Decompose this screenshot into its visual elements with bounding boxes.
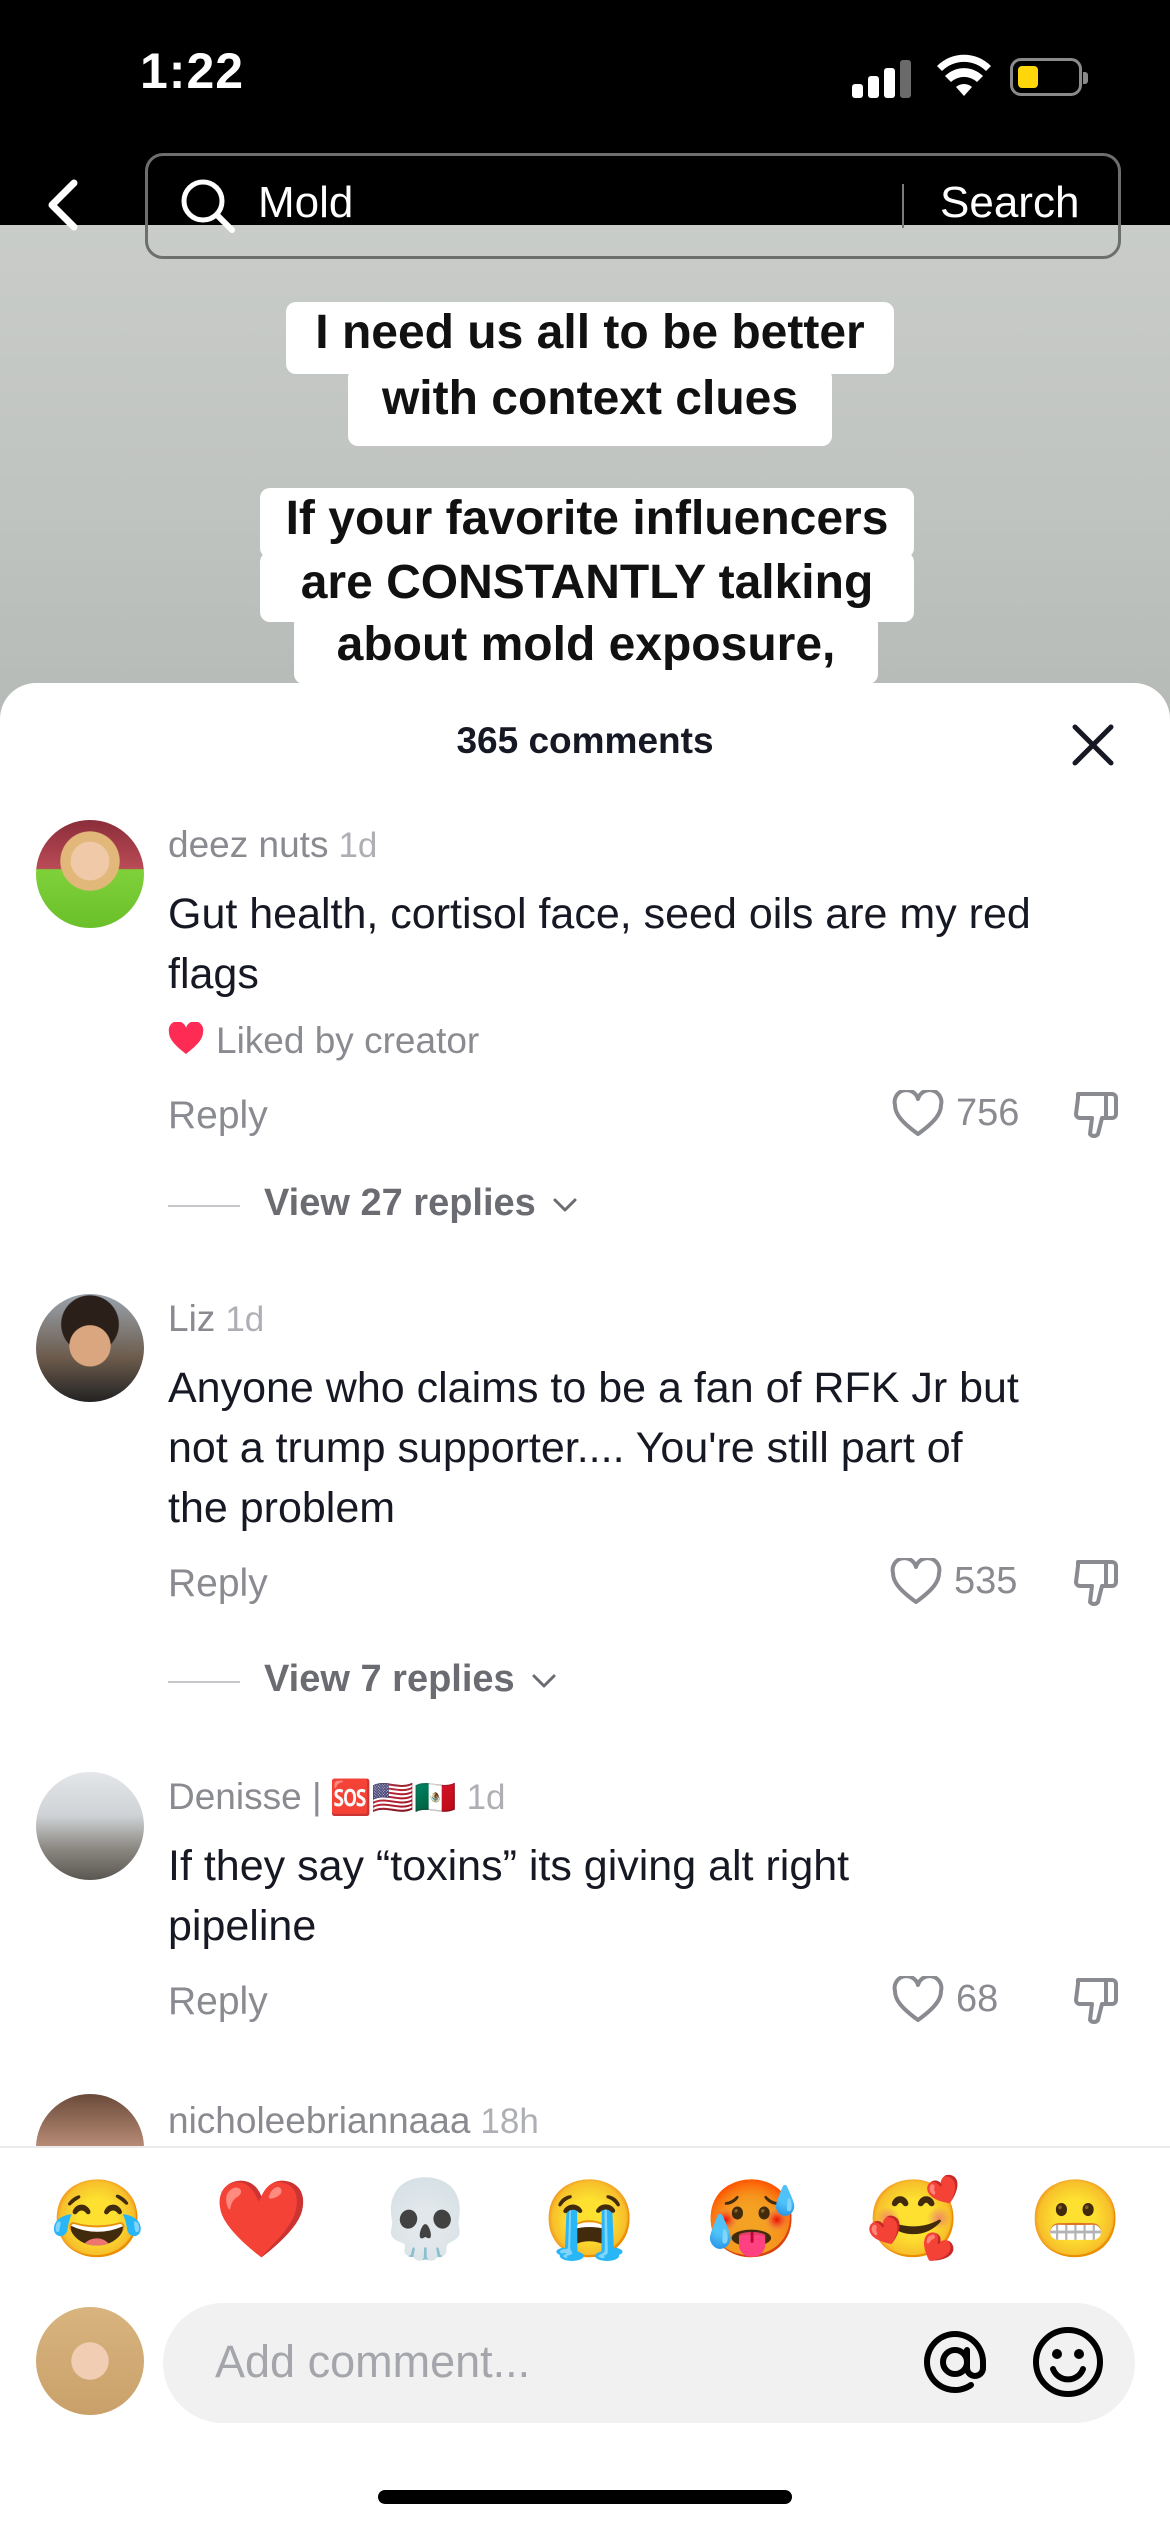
emoji-button[interactable]: 🥵 (704, 2175, 799, 2265)
cellular-signal-icon (852, 58, 916, 98)
comment-header: Denisse | 🆘🇺🇸🇲🇽 1d (168, 1776, 506, 1818)
wifi-icon (937, 54, 991, 96)
comment-text: not a trump supporter.... You're still p… (168, 1424, 963, 1472)
home-indicator[interactable] (378, 2490, 792, 2504)
video-caption: about mold exposure, (294, 614, 878, 684)
like-count: 535 (954, 1560, 1018, 1602)
comment-input-placeholder: Add comment... (215, 2336, 531, 2387)
avatar[interactable] (36, 1294, 144, 1402)
view-replies-button[interactable]: View 7 replies (264, 1658, 557, 1701)
reply-button[interactable]: Reply (168, 1094, 268, 1138)
replies-divider (168, 1681, 240, 1683)
comment-username[interactable]: nicholeebriannaaa (168, 2100, 470, 2141)
heart-icon (168, 1022, 204, 1054)
comment-username[interactable]: deez nuts (168, 824, 328, 865)
avatar[interactable] (36, 2094, 144, 2146)
reply-button[interactable]: Reply (168, 1562, 268, 1606)
comment-header: Liz 1d (168, 1298, 264, 1340)
heart-icon[interactable] (892, 1976, 944, 2024)
username-emojis: 🆘🇺🇸🇲🇽 (329, 1779, 457, 1817)
emoji-button[interactable]: 💀 (378, 2175, 473, 2265)
view-replies-label: View 7 replies (264, 1658, 515, 1700)
chevron-down-icon (532, 1674, 556, 1688)
dislike-icon[interactable] (1072, 1974, 1124, 2028)
back-arrow-icon[interactable] (40, 175, 90, 235)
liked-by-creator: Liked by creator (216, 1020, 480, 1061)
comment-header: deez nuts 1d (168, 824, 377, 866)
emoji-button[interactable]: 😂 (50, 2175, 145, 2265)
comment-time: 1d (466, 1778, 506, 1817)
comments-count: 365 comments (456, 720, 714, 761)
status-time: 1:22 (140, 43, 245, 99)
battery-icon (1010, 58, 1088, 96)
search-button[interactable]: Search (940, 178, 1079, 228)
emoji-button[interactable]: 😭 (542, 2175, 637, 2265)
reply-button[interactable]: Reply (168, 1980, 268, 2024)
search-icon (181, 179, 235, 233)
video-caption: are CONSTANTLY talking (260, 552, 914, 622)
avatar[interactable] (36, 1772, 144, 1880)
at-icon[interactable] (915, 2322, 995, 2402)
dislike-icon[interactable] (1072, 1088, 1124, 1142)
search-query[interactable]: Mold (258, 178, 353, 228)
heart-icon[interactable] (892, 1090, 944, 1138)
view-replies-label: View 27 replies (264, 1182, 536, 1224)
comment-text: pipeline (168, 1902, 317, 1950)
video-caption: with context clues (348, 368, 832, 446)
emoji-button[interactable]: 🥰 (866, 2175, 961, 2265)
search-divider (902, 184, 904, 228)
like-count: 68 (956, 1978, 999, 2020)
comment-time: 1d (338, 826, 378, 865)
chevron-down-icon (553, 1198, 577, 1212)
divider (0, 2146, 1170, 2148)
comment-text: If they say “toxins” its giving alt righ… (168, 1842, 850, 1890)
comment-text: the problem (168, 1484, 396, 1532)
avatar[interactable] (36, 820, 144, 928)
comment-text: Gut health, cortisol face, seed oils are… (168, 890, 1031, 938)
comment-time: 18h (480, 2102, 539, 2141)
video-caption: If your favorite influencers (260, 488, 914, 558)
comment-username[interactable]: Liz (168, 1298, 215, 1339)
emoji-button[interactable]: ❤️ (214, 2175, 309, 2265)
replies-divider (168, 1205, 240, 1207)
comment-time: 1d (225, 1300, 265, 1339)
dislike-icon[interactable] (1072, 1556, 1124, 1610)
comment-text: flags (168, 950, 259, 998)
comment-username[interactable]: Denisse | (168, 1776, 322, 1817)
current-user-avatar (36, 2307, 144, 2415)
emoji-button[interactable]: 😬 (1028, 2175, 1123, 2265)
video-caption: I need us all to be better (286, 302, 894, 374)
close-icon[interactable] (1066, 718, 1120, 772)
comment-header: nicholeebriannaaa 18h (168, 2100, 539, 2146)
smile-icon[interactable] (1028, 2322, 1108, 2402)
view-replies-button[interactable]: View 27 replies (264, 1182, 578, 1225)
like-count: 756 (956, 1092, 1020, 1134)
comment-text: Anyone who claims to be a fan of RFK Jr … (168, 1364, 1019, 1412)
heart-icon[interactable] (890, 1558, 942, 1606)
